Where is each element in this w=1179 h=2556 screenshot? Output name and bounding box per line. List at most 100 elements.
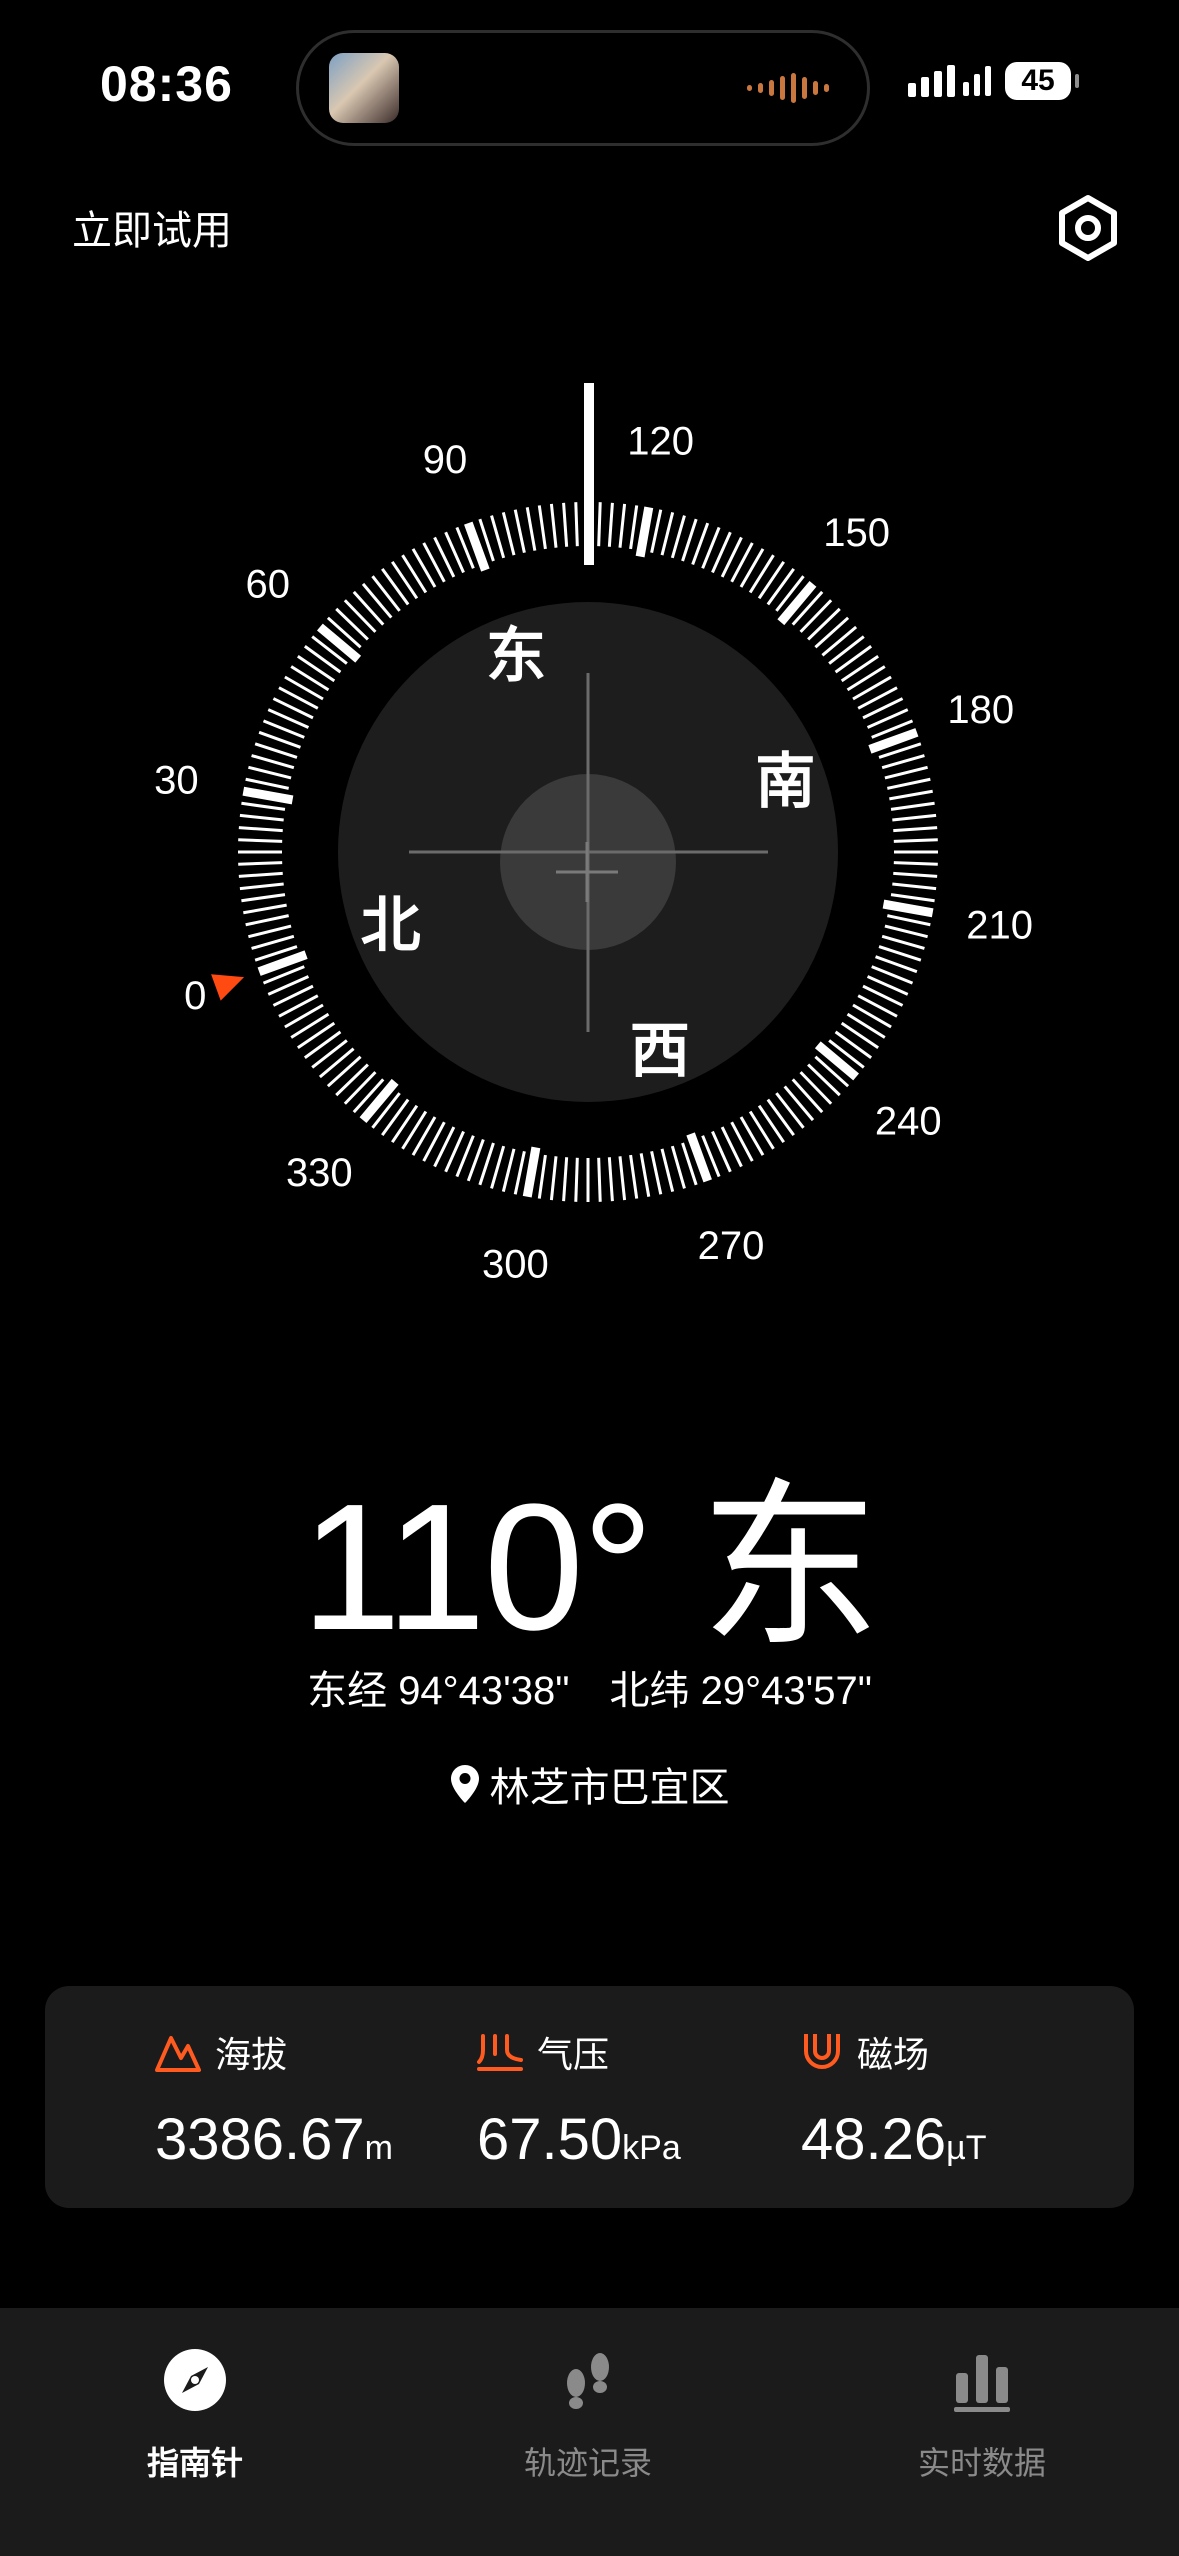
north-marker-icon	[211, 974, 245, 1001]
minor-tick	[391, 560, 419, 600]
minor-tick	[381, 567, 410, 606]
latitude: 北纬 29°43'57"	[609, 1669, 872, 1713]
degree-label: 150	[823, 511, 890, 555]
magnetic-metric: 磁场 48.26µT	[801, 2026, 987, 2173]
location-name: 林芝市巴宜区	[489, 1766, 730, 1810]
minor-tick	[343, 1071, 377, 1105]
compass-dial[interactable]: 0 30 60 90 120 150 180 210 240 270 300 330 北 东南西	[0, 0, 1179, 1340]
minor-tick	[243, 903, 287, 915]
tab-compass-label: 指南针	[146, 2445, 243, 2481]
location: 林芝市巴宜区	[0, 1755, 1179, 1813]
minor-tick	[290, 1012, 330, 1039]
minor-tick	[238, 838, 283, 843]
magnetic-value: 48.26	[801, 2107, 947, 2172]
footprints-icon	[567, 2353, 609, 2409]
minor-tick	[284, 1003, 324, 1029]
minor-tick	[757, 560, 785, 600]
minor-tick	[490, 1145, 506, 1189]
major-tick	[814, 1041, 860, 1081]
minor-tick	[799, 1071, 833, 1105]
minor-tick	[248, 924, 292, 939]
minor-tick	[326, 1055, 362, 1088]
minor-tick	[501, 512, 516, 556]
minor-tick	[597, 502, 602, 547]
minor-tick	[840, 1021, 880, 1049]
cardinal-label: 西	[630, 1016, 690, 1086]
altitude-value: 3386.67	[155, 2107, 365, 2172]
magnet-icon	[804, 2034, 840, 2069]
pressure-unit: kPa	[622, 2129, 681, 2167]
minor-tick	[840, 655, 880, 683]
degree-label: 180	[947, 688, 1014, 732]
pressure-value: 67.50	[477, 2107, 623, 2172]
minor-tick	[881, 934, 925, 950]
minor-tick	[748, 554, 775, 594]
major-tick	[777, 580, 817, 626]
pressure-label: 气压	[537, 2034, 610, 2075]
minor-tick	[791, 1078, 824, 1114]
minor-tick	[814, 616, 850, 649]
minor-tick	[881, 754, 925, 770]
minor-tick	[757, 1104, 785, 1144]
minor-tick	[549, 503, 558, 548]
minor-tick	[893, 838, 938, 843]
minor-tick	[251, 934, 295, 950]
minor-tick	[775, 1092, 805, 1129]
minor-tick	[670, 1145, 686, 1189]
tab-realtime-data-label: 实时数据	[917, 2445, 1046, 2481]
minor-tick	[670, 515, 686, 559]
degree-label: 60	[246, 562, 291, 606]
minor-tick	[254, 742, 298, 759]
minor-tick	[766, 1098, 795, 1137]
minor-tick	[401, 554, 428, 594]
minor-tick	[890, 893, 935, 903]
minor-tick	[807, 607, 841, 641]
cardinal-label: 北	[361, 891, 421, 961]
minor-tick	[629, 1154, 639, 1199]
degree-label: 0	[184, 974, 206, 1018]
minor-tick	[290, 665, 330, 692]
minor-tick	[513, 1151, 526, 1195]
minor-tick	[739, 1116, 765, 1156]
minor-tick	[574, 1157, 579, 1202]
minor-tick	[284, 675, 324, 701]
minor-tick	[241, 893, 286, 903]
tab-compass[interactable]: 指南针	[45, 2328, 345, 2484]
degree-label: 210	[966, 904, 1033, 948]
tab-track-record[interactable]: 轨迹记录	[438, 2328, 738, 2484]
minor-tick	[887, 777, 931, 790]
minor-tick	[245, 914, 289, 927]
minor-tick	[597, 1157, 602, 1202]
minor-tick	[890, 801, 935, 811]
minor-tick	[549, 1156, 558, 1201]
minor-tick	[821, 625, 858, 657]
minor-tick	[846, 1012, 886, 1039]
minor-tick	[639, 1153, 651, 1197]
minor-tick	[834, 1030, 873, 1059]
major-tick	[635, 506, 654, 558]
tab-track-record-label: 轨迹记录	[523, 2445, 652, 2481]
minor-tick	[852, 675, 892, 701]
pressure-metric: 气压 67.50kPa	[477, 2026, 681, 2173]
magnetic-unit: µT	[946, 2129, 987, 2167]
tab-realtime-data[interactable]: 实时数据	[832, 2328, 1132, 2484]
minor-tick	[607, 502, 614, 547]
minor-tick	[501, 1148, 516, 1192]
minor-tick	[852, 1003, 892, 1029]
bar-chart-icon	[954, 2355, 1010, 2412]
minor-tick	[239, 882, 284, 891]
major-tick	[316, 623, 362, 663]
location-pin-icon	[450, 1765, 479, 1803]
minor-tick	[401, 1110, 428, 1150]
minor-tick	[537, 505, 547, 550]
degree-label: 30	[154, 758, 199, 802]
altitude-label: 海拔	[215, 2034, 288, 2075]
minor-tick	[238, 871, 283, 878]
tab-bar: 指南针 轨迹记录 实时数据	[0, 2308, 1179, 2556]
minor-tick	[748, 1110, 775, 1150]
major-tick	[359, 1078, 399, 1124]
minor-tick	[318, 1047, 355, 1079]
mountain-icon	[155, 2036, 201, 2072]
degree-label: 270	[698, 1224, 765, 1268]
minor-tick	[238, 861, 283, 866]
